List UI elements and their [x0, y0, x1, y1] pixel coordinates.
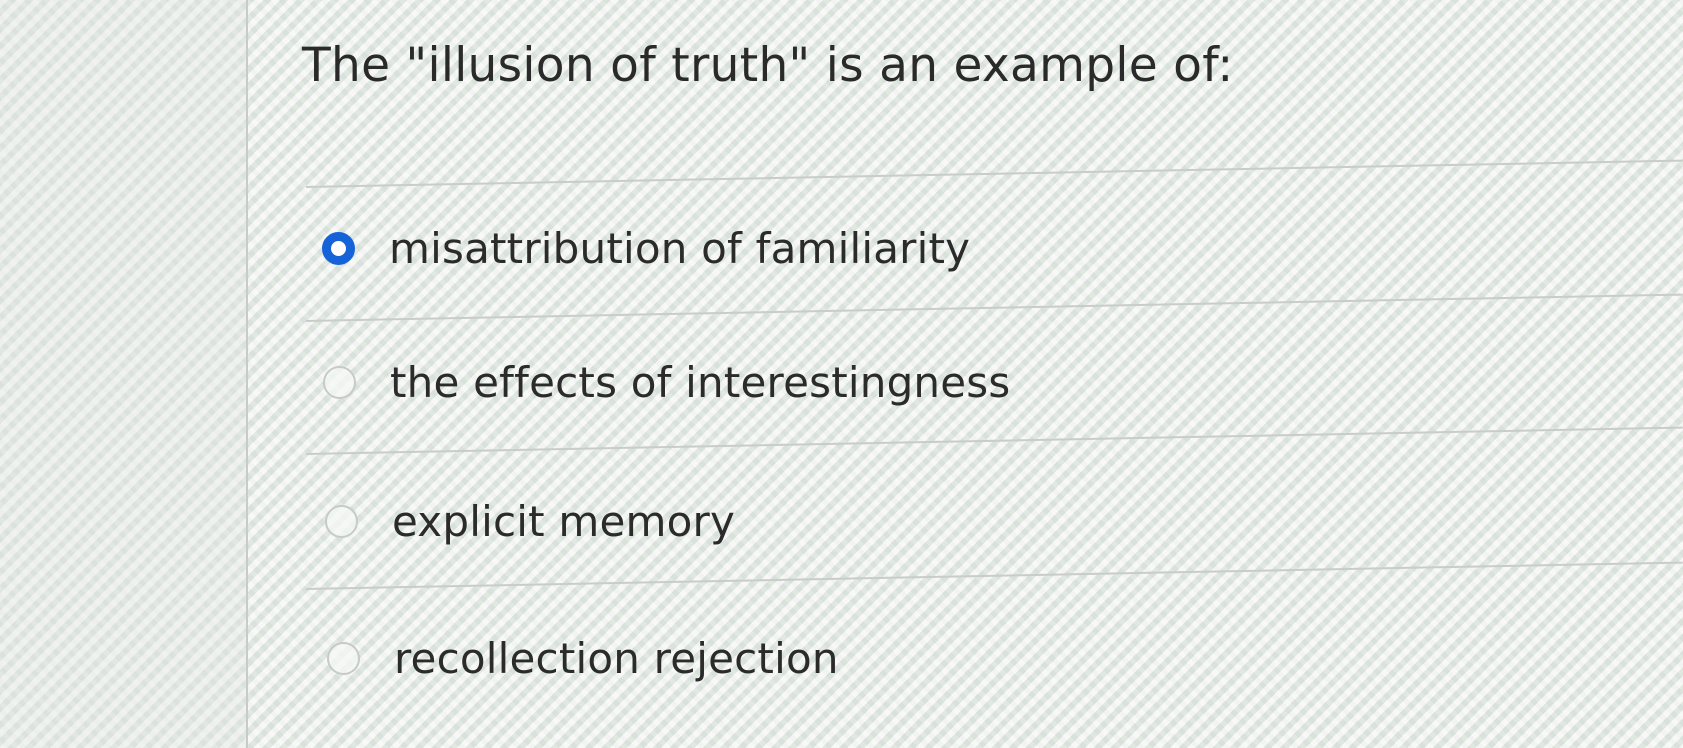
option-divider	[305, 561, 1683, 590]
option-effects-of-interestingness[interactable]: the effects of interestingness	[323, 352, 1010, 412]
question-title: The "illusion of truth" is an example of…	[302, 38, 1234, 93]
question-divider	[305, 159, 1683, 188]
option-misattribution-of-familiarity[interactable]: misattribution of familiarity	[322, 218, 970, 278]
option-explicit-memory[interactable]: explicit memory	[325, 491, 735, 551]
radio-button[interactable]	[325, 504, 358, 538]
option-divider	[305, 293, 1683, 322]
option-divider	[305, 426, 1683, 455]
option-label: the effects of interestingness	[390, 357, 1011, 407]
left-margin-panel	[0, 0, 248, 748]
radio-button-selected[interactable]	[322, 231, 355, 265]
quiz-question-panel: The "illusion of truth" is an example of…	[248, 0, 1683, 748]
option-label: explicit memory	[392, 496, 736, 546]
option-recollection-rejection[interactable]: recollection rejection	[327, 628, 839, 688]
option-label: misattribution of familiarity	[389, 223, 971, 273]
radio-button[interactable]	[327, 641, 360, 675]
option-label: recollection rejection	[394, 633, 839, 683]
radio-button[interactable]	[323, 365, 356, 399]
